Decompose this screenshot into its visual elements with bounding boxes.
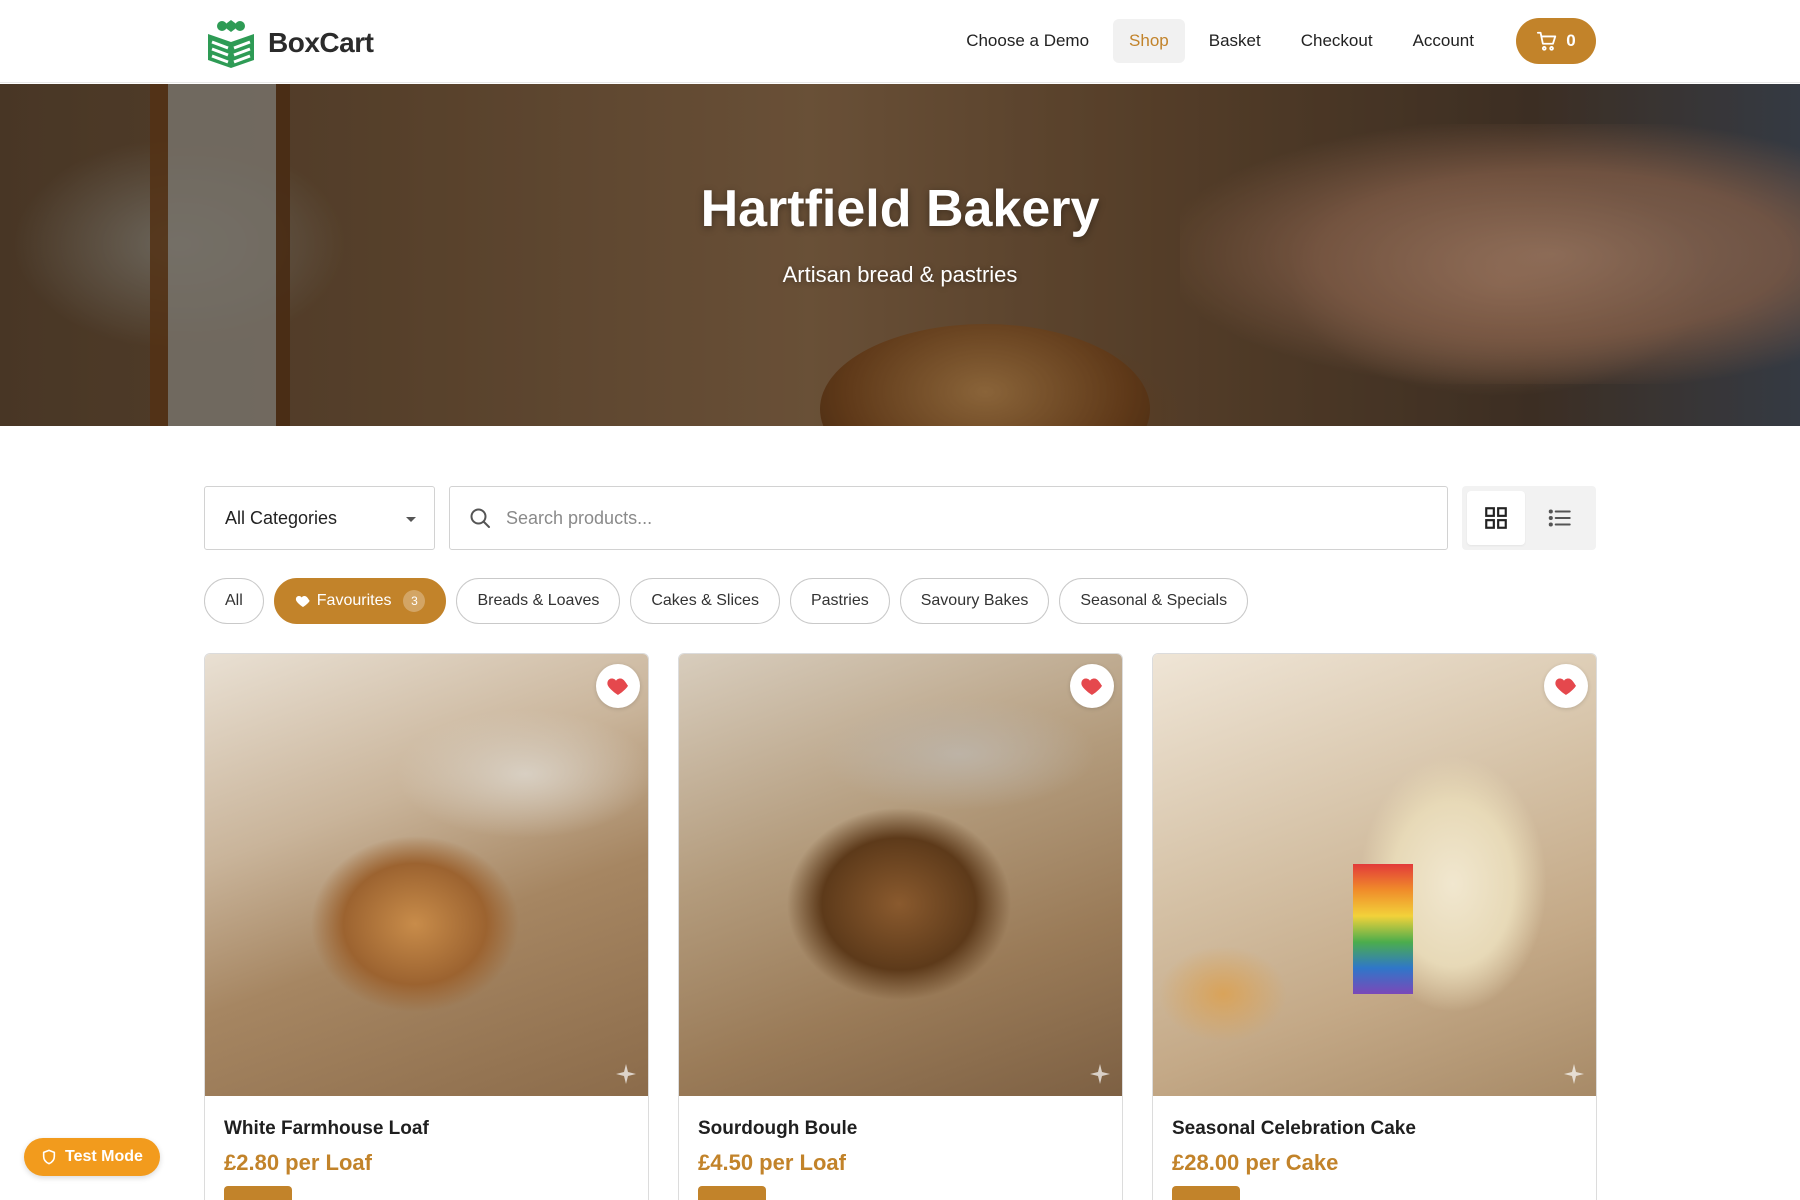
search-input[interactable]: [506, 507, 1406, 529]
add-to-basket-button[interactable]: [698, 1186, 766, 1200]
test-mode-badge[interactable]: Test Mode: [24, 1138, 160, 1176]
filter-chips: All Favourites 3 Breads & Loaves Cakes &…: [204, 578, 1249, 624]
box-logo-icon: [208, 20, 254, 68]
chip-label: Pastries: [810, 592, 869, 609]
chip-savoury-bakes[interactable]: Savoury Bakes: [899, 578, 1050, 624]
heart-filled-icon: [1555, 678, 1576, 695]
cart-icon: [1537, 31, 1557, 51]
brand-name: BoxCart: [268, 27, 374, 58]
product-card[interactable]: Sourdough Boule £4.50 per Loaf: [678, 653, 1123, 1200]
nav-item-account[interactable]: Account: [1397, 19, 1490, 63]
product-card-body: White Farmhouse Loaf £2.80 per Loaf: [205, 1096, 648, 1200]
chip-seasonal-specials[interactable]: Seasonal & Specials: [1059, 578, 1249, 624]
hero-banner: Hartfield Bakery Artisan bread & pastrie…: [0, 84, 1800, 426]
product-card-body: Seasonal Celebration Cake £28.00 per Cak…: [1153, 1096, 1596, 1200]
cart-button[interactable]: 0: [1516, 18, 1596, 64]
product-price: £4.50 per Loaf: [698, 1150, 846, 1175]
site-header: BoxCart Choose a Demo Shop Basket Checko…: [0, 0, 1800, 83]
cake-slice-layers: [1353, 864, 1413, 994]
main-nav: Choose a Demo Shop Basket Checkout Accou…: [950, 18, 1596, 64]
sparkle-icon: [1090, 1064, 1110, 1084]
chip-favourites[interactable]: Favourites 3: [273, 578, 447, 624]
chip-label: Favourites: [316, 592, 392, 609]
product-name[interactable]: White Farmhouse Loaf: [224, 1118, 629, 1140]
favourite-button[interactable]: [596, 664, 640, 708]
brand-logo[interactable]: BoxCart: [204, 16, 374, 70]
chip-label: Seasonal & Specials: [1080, 592, 1228, 609]
chip-cakes-slices[interactable]: Cakes & Slices: [630, 578, 780, 624]
product-price: £28.00 per Cake: [1172, 1150, 1339, 1175]
chip-label: All: [225, 592, 243, 609]
chip-label: Breads & Loaves: [477, 592, 600, 609]
search-icon: [470, 508, 490, 528]
favourite-button[interactable]: [1544, 664, 1588, 708]
product-image[interactable]: [679, 654, 1122, 1096]
hero-bread-image: [820, 324, 1150, 426]
caret-down-icon: [406, 517, 416, 522]
product-name[interactable]: Sourdough Boule: [698, 1118, 1103, 1140]
search-box: [449, 486, 1448, 550]
list-view-button[interactable]: [1531, 491, 1589, 545]
chip-breads-loaves[interactable]: Breads & Loaves: [456, 578, 621, 624]
nav-item-shop[interactable]: Shop: [1113, 19, 1185, 63]
test-mode-label: Test Mode: [65, 1148, 143, 1165]
heart-icon: [295, 596, 310, 607]
product-card[interactable]: Seasonal Celebration Cake £28.00 per Cak…: [1152, 653, 1597, 1200]
hero-subtitle: Artisan bread & pastries: [782, 262, 1018, 287]
product-name[interactable]: Seasonal Celebration Cake: [1172, 1118, 1577, 1140]
product-card[interactable]: White Farmhouse Loaf £2.80 per Loaf: [204, 653, 649, 1200]
chip-all[interactable]: All: [204, 578, 264, 624]
product-card-body: Sourdough Boule £4.50 per Loaf: [679, 1096, 1122, 1200]
product-price: £2.80 per Loaf: [224, 1150, 372, 1175]
cart-count: 0: [1566, 31, 1576, 50]
list-icon: [1548, 509, 1571, 527]
product-image[interactable]: [1153, 654, 1596, 1096]
view-toggle: [1462, 486, 1596, 550]
heart-filled-icon: [1081, 678, 1102, 695]
chip-pastries[interactable]: Pastries: [789, 578, 890, 624]
sparkle-icon: [1564, 1064, 1584, 1084]
chip-label: Savoury Bakes: [920, 592, 1029, 609]
product-image[interactable]: [205, 654, 648, 1096]
category-select[interactable]: All Categories: [204, 486, 435, 550]
hero-window-image: [150, 84, 290, 426]
add-to-basket-button[interactable]: [224, 1186, 292, 1200]
add-to-basket-button[interactable]: [1172, 1186, 1240, 1200]
chip-label: Cakes & Slices: [651, 592, 759, 609]
nav-item-checkout[interactable]: Checkout: [1285, 19, 1389, 63]
category-select-value: All Categories: [225, 507, 338, 528]
hero-title: Hartfield Bakery: [700, 180, 1100, 238]
favourites-count-badge: 3: [403, 590, 426, 612]
nav-item-basket[interactable]: Basket: [1193, 19, 1277, 63]
favourite-button[interactable]: [1070, 664, 1114, 708]
hero-baker-image: [1180, 124, 1800, 384]
nav-item-choose-demo[interactable]: Choose a Demo: [950, 19, 1105, 63]
product-grid: White Farmhouse Loaf £2.80 per Loaf Sour…: [204, 653, 1597, 1200]
shield-icon: [42, 1149, 56, 1165]
grid-icon: [1485, 507, 1507, 529]
sparkle-icon: [616, 1064, 636, 1084]
heart-filled-icon: [607, 678, 628, 695]
grid-view-button[interactable]: [1467, 491, 1525, 545]
